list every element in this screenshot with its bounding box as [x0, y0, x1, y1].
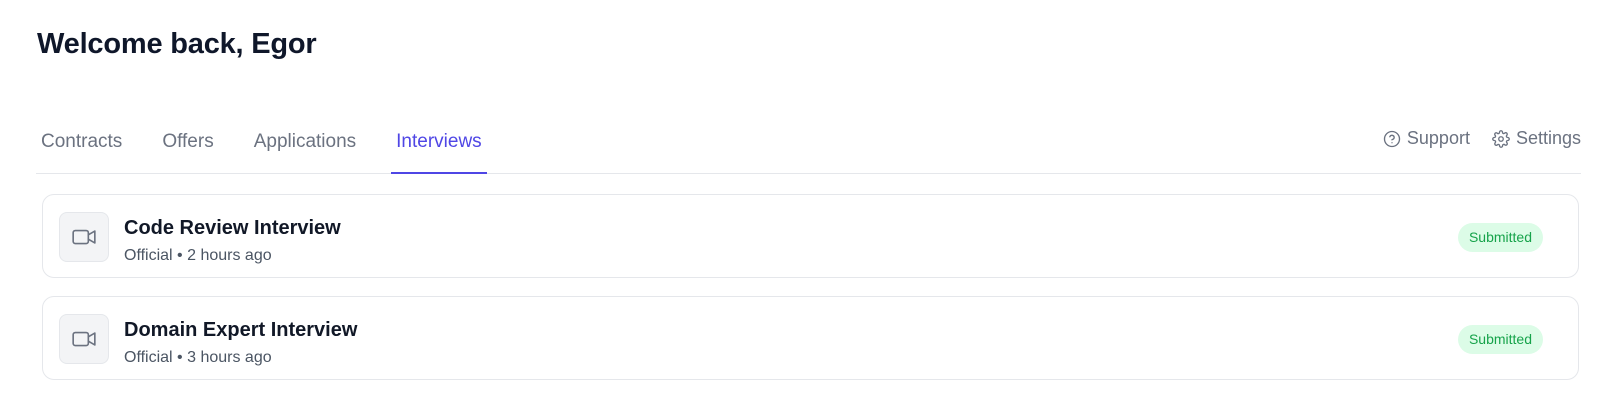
interview-title: Code Review Interview: [124, 217, 341, 239]
tab-list: Contracts Offers Applications Interviews: [36, 113, 517, 174]
gear-icon: [1492, 129, 1510, 148]
tab-label: Interviews: [396, 131, 482, 152]
page-title: Welcome back, Egor: [37, 28, 317, 60]
interview-icon-tile: [59, 314, 109, 364]
tab-applications[interactable]: Applications: [249, 113, 361, 173]
tab-label: Offers: [162, 131, 214, 152]
interview-icon-tile: [59, 212, 109, 262]
status-badge: Submitted: [1457, 325, 1543, 354]
utility-links: Support Settings: [1361, 128, 1581, 149]
tab-label: Applications: [253, 131, 357, 152]
interview-card[interactable]: Code Review Interview Official • 2 hours…: [42, 194, 1579, 278]
tab-interviews[interactable]: Interviews: [391, 113, 487, 174]
tab-contracts[interactable]: Contracts: [36, 113, 127, 173]
status-badge: Submitted: [1457, 223, 1543, 252]
video-camera-icon: [72, 229, 96, 245]
tab-label: Contracts: [41, 131, 123, 152]
interview-meta: Official • 3 hours ago: [124, 349, 272, 366]
support-link[interactable]: Support: [1383, 128, 1470, 149]
settings-link[interactable]: Settings: [1492, 128, 1581, 149]
settings-label: Settings: [1515, 128, 1581, 148]
interview-card[interactable]: Domain Expert Interview Official • 3 hou…: [42, 296, 1579, 380]
support-label: Support: [1406, 128, 1470, 148]
help-circle-icon: [1383, 130, 1401, 147]
interview-title: Domain Expert Interview: [124, 319, 358, 341]
tab-offers[interactable]: Offers: [157, 113, 218, 173]
video-camera-icon: [72, 331, 96, 347]
tabs-bar: Contracts Offers Applications Interviews…: [36, 113, 1581, 174]
interview-meta: Official • 2 hours ago: [124, 247, 272, 264]
